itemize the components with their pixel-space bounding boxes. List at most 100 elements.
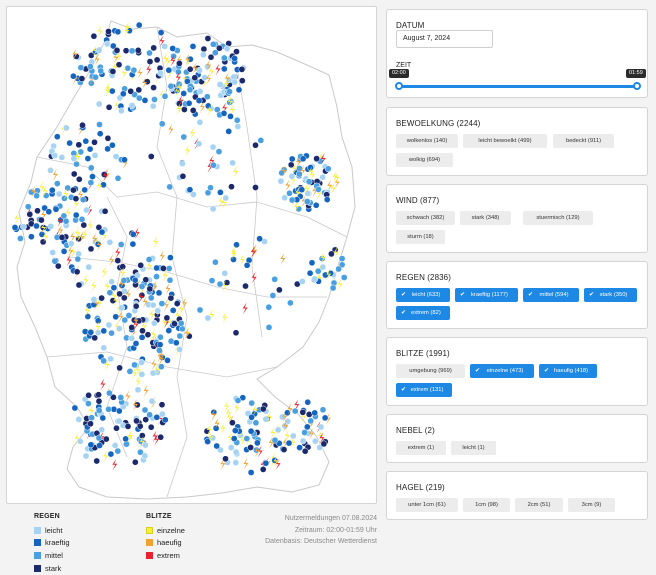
- rain-report-marker[interactable]: [196, 88, 204, 95]
- rain-report-marker[interactable]: [328, 250, 335, 258]
- rain-report-marker[interactable]: [284, 409, 291, 417]
- rain-report-marker[interactable]: [141, 97, 149, 104]
- rain-report-marker[interactable]: [131, 276, 139, 284]
- rain-report-marker[interactable]: [119, 90, 127, 98]
- rain-report-marker[interactable]: [120, 294, 128, 302]
- rain-report-marker[interactable]: [146, 285, 154, 293]
- rain-report-marker[interactable]: [77, 64, 85, 71]
- rain-report-marker[interactable]: [265, 324, 273, 331]
- rain-report-marker[interactable]: [53, 133, 61, 141]
- rain-report-marker[interactable]: [335, 265, 342, 273]
- rain-report-marker[interactable]: [109, 141, 116, 149]
- rain-report-marker[interactable]: [186, 65, 194, 73]
- rain-report-marker[interactable]: [99, 414, 107, 422]
- rain-report-marker[interactable]: [204, 35, 212, 42]
- rain-report-marker[interactable]: [287, 161, 295, 169]
- rain-report-marker[interactable]: [321, 414, 329, 422]
- chip-stuermisch[interactable]: stuermisch (129): [523, 211, 593, 225]
- rain-report-marker[interactable]: [83, 206, 90, 214]
- rain-report-marker[interactable]: [114, 257, 122, 264]
- rain-report-marker[interactable]: [195, 140, 203, 148]
- rain-report-marker[interactable]: [122, 47, 130, 55]
- rain-report-marker[interactable]: [104, 134, 112, 142]
- rain-report-marker[interactable]: [319, 173, 327, 181]
- chip-wolkig[interactable]: wolkig (694): [396, 153, 453, 167]
- rain-report-marker[interactable]: [323, 196, 331, 203]
- rain-report-marker[interactable]: [91, 152, 99, 159]
- rain-report-marker[interactable]: [96, 442, 103, 449]
- rain-report-marker[interactable]: [306, 269, 314, 277]
- rain-report-marker[interactable]: [138, 334, 146, 341]
- rain-report-marker[interactable]: [81, 186, 89, 194]
- rain-report-marker[interactable]: [269, 292, 277, 299]
- rain-report-marker[interactable]: [167, 82, 175, 90]
- rain-report-marker[interactable]: [117, 394, 125, 401]
- rain-report-marker[interactable]: [75, 175, 83, 183]
- rain-report-marker[interactable]: [207, 184, 214, 192]
- rain-report-marker[interactable]: [299, 437, 307, 445]
- rain-report-marker[interactable]: [196, 118, 204, 126]
- rain-report-marker[interactable]: [17, 235, 24, 242]
- rain-report-marker[interactable]: [45, 208, 53, 216]
- rain-report-marker[interactable]: [113, 47, 121, 54]
- rain-report-marker[interactable]: [79, 121, 86, 129]
- chip-blitze-umgebung[interactable]: umgebung (969): [396, 364, 465, 378]
- rain-report-marker[interactable]: [78, 215, 86, 223]
- rain-report-marker[interactable]: [105, 103, 113, 111]
- rain-report-marker[interactable]: [247, 444, 254, 451]
- rain-report-marker[interactable]: [196, 306, 204, 314]
- chip-wolkenlos[interactable]: wolkenlos (140): [396, 134, 458, 148]
- rain-report-marker[interactable]: [149, 369, 157, 377]
- rain-report-marker[interactable]: [286, 189, 293, 197]
- rain-report-marker[interactable]: [146, 411, 153, 419]
- rain-report-marker[interactable]: [166, 276, 174, 284]
- rain-report-marker[interactable]: [126, 368, 134, 375]
- rain-report-marker[interactable]: [230, 256, 237, 263]
- rain-report-marker[interactable]: [89, 173, 96, 180]
- rain-report-marker[interactable]: [106, 389, 113, 397]
- rain-report-marker[interactable]: [305, 178, 313, 186]
- rain-report-marker[interactable]: [233, 116, 241, 124]
- rain-report-marker[interactable]: [124, 64, 132, 72]
- rain-report-marker[interactable]: [204, 438, 211, 445]
- rain-report-marker[interactable]: [53, 180, 61, 187]
- rain-report-marker[interactable]: [103, 40, 111, 48]
- chip-hagel-unter-1cm[interactable]: unter 1cm (61): [396, 498, 458, 512]
- rain-report-marker[interactable]: [116, 364, 123, 372]
- rain-report-marker[interactable]: [153, 264, 160, 272]
- date-input[interactable]: August 7, 2024: [396, 30, 493, 48]
- rain-report-marker[interactable]: [285, 439, 293, 447]
- rain-report-marker[interactable]: [73, 268, 81, 276]
- rain-report-marker[interactable]: [98, 426, 106, 434]
- rain-report-marker[interactable]: [127, 87, 135, 95]
- rain-report-marker[interactable]: [134, 47, 142, 54]
- rain-report-marker[interactable]: [212, 258, 219, 266]
- rain-report-marker[interactable]: [243, 261, 251, 269]
- rain-report-marker[interactable]: [87, 63, 94, 70]
- rain-report-marker[interactable]: [289, 432, 297, 440]
- time-range-slider[interactable]: [399, 85, 637, 88]
- rain-report-marker[interactable]: [271, 436, 279, 444]
- rain-report-marker[interactable]: [67, 240, 75, 248]
- chip-hagel-2cm[interactable]: 2cm (51): [515, 498, 563, 512]
- rain-report-marker[interactable]: [304, 398, 312, 406]
- weather-map[interactable]: [6, 6, 377, 504]
- chip-blitze-haeufig[interactable]: ✔ haeufig (418): [539, 364, 597, 378]
- rain-report-marker[interactable]: [66, 139, 73, 147]
- rain-report-marker[interactable]: [39, 238, 47, 246]
- rain-report-marker[interactable]: [130, 66, 138, 74]
- rain-report-marker[interactable]: [70, 186, 77, 194]
- rain-report-marker[interactable]: [141, 441, 149, 449]
- rain-report-marker[interactable]: [79, 196, 87, 204]
- rain-report-marker[interactable]: [124, 423, 132, 430]
- rain-report-marker[interactable]: [154, 307, 162, 315]
- rain-report-marker[interactable]: [113, 424, 120, 432]
- rain-report-marker[interactable]: [161, 92, 169, 100]
- rain-report-marker[interactable]: [84, 155, 92, 162]
- rain-report-marker[interactable]: [146, 58, 154, 65]
- rain-report-marker[interactable]: [72, 211, 80, 219]
- rain-report-marker[interactable]: [51, 152, 59, 159]
- rain-report-marker[interactable]: [88, 414, 95, 422]
- rain-report-marker[interactable]: [259, 466, 267, 473]
- rain-report-marker[interactable]: [327, 269, 334, 277]
